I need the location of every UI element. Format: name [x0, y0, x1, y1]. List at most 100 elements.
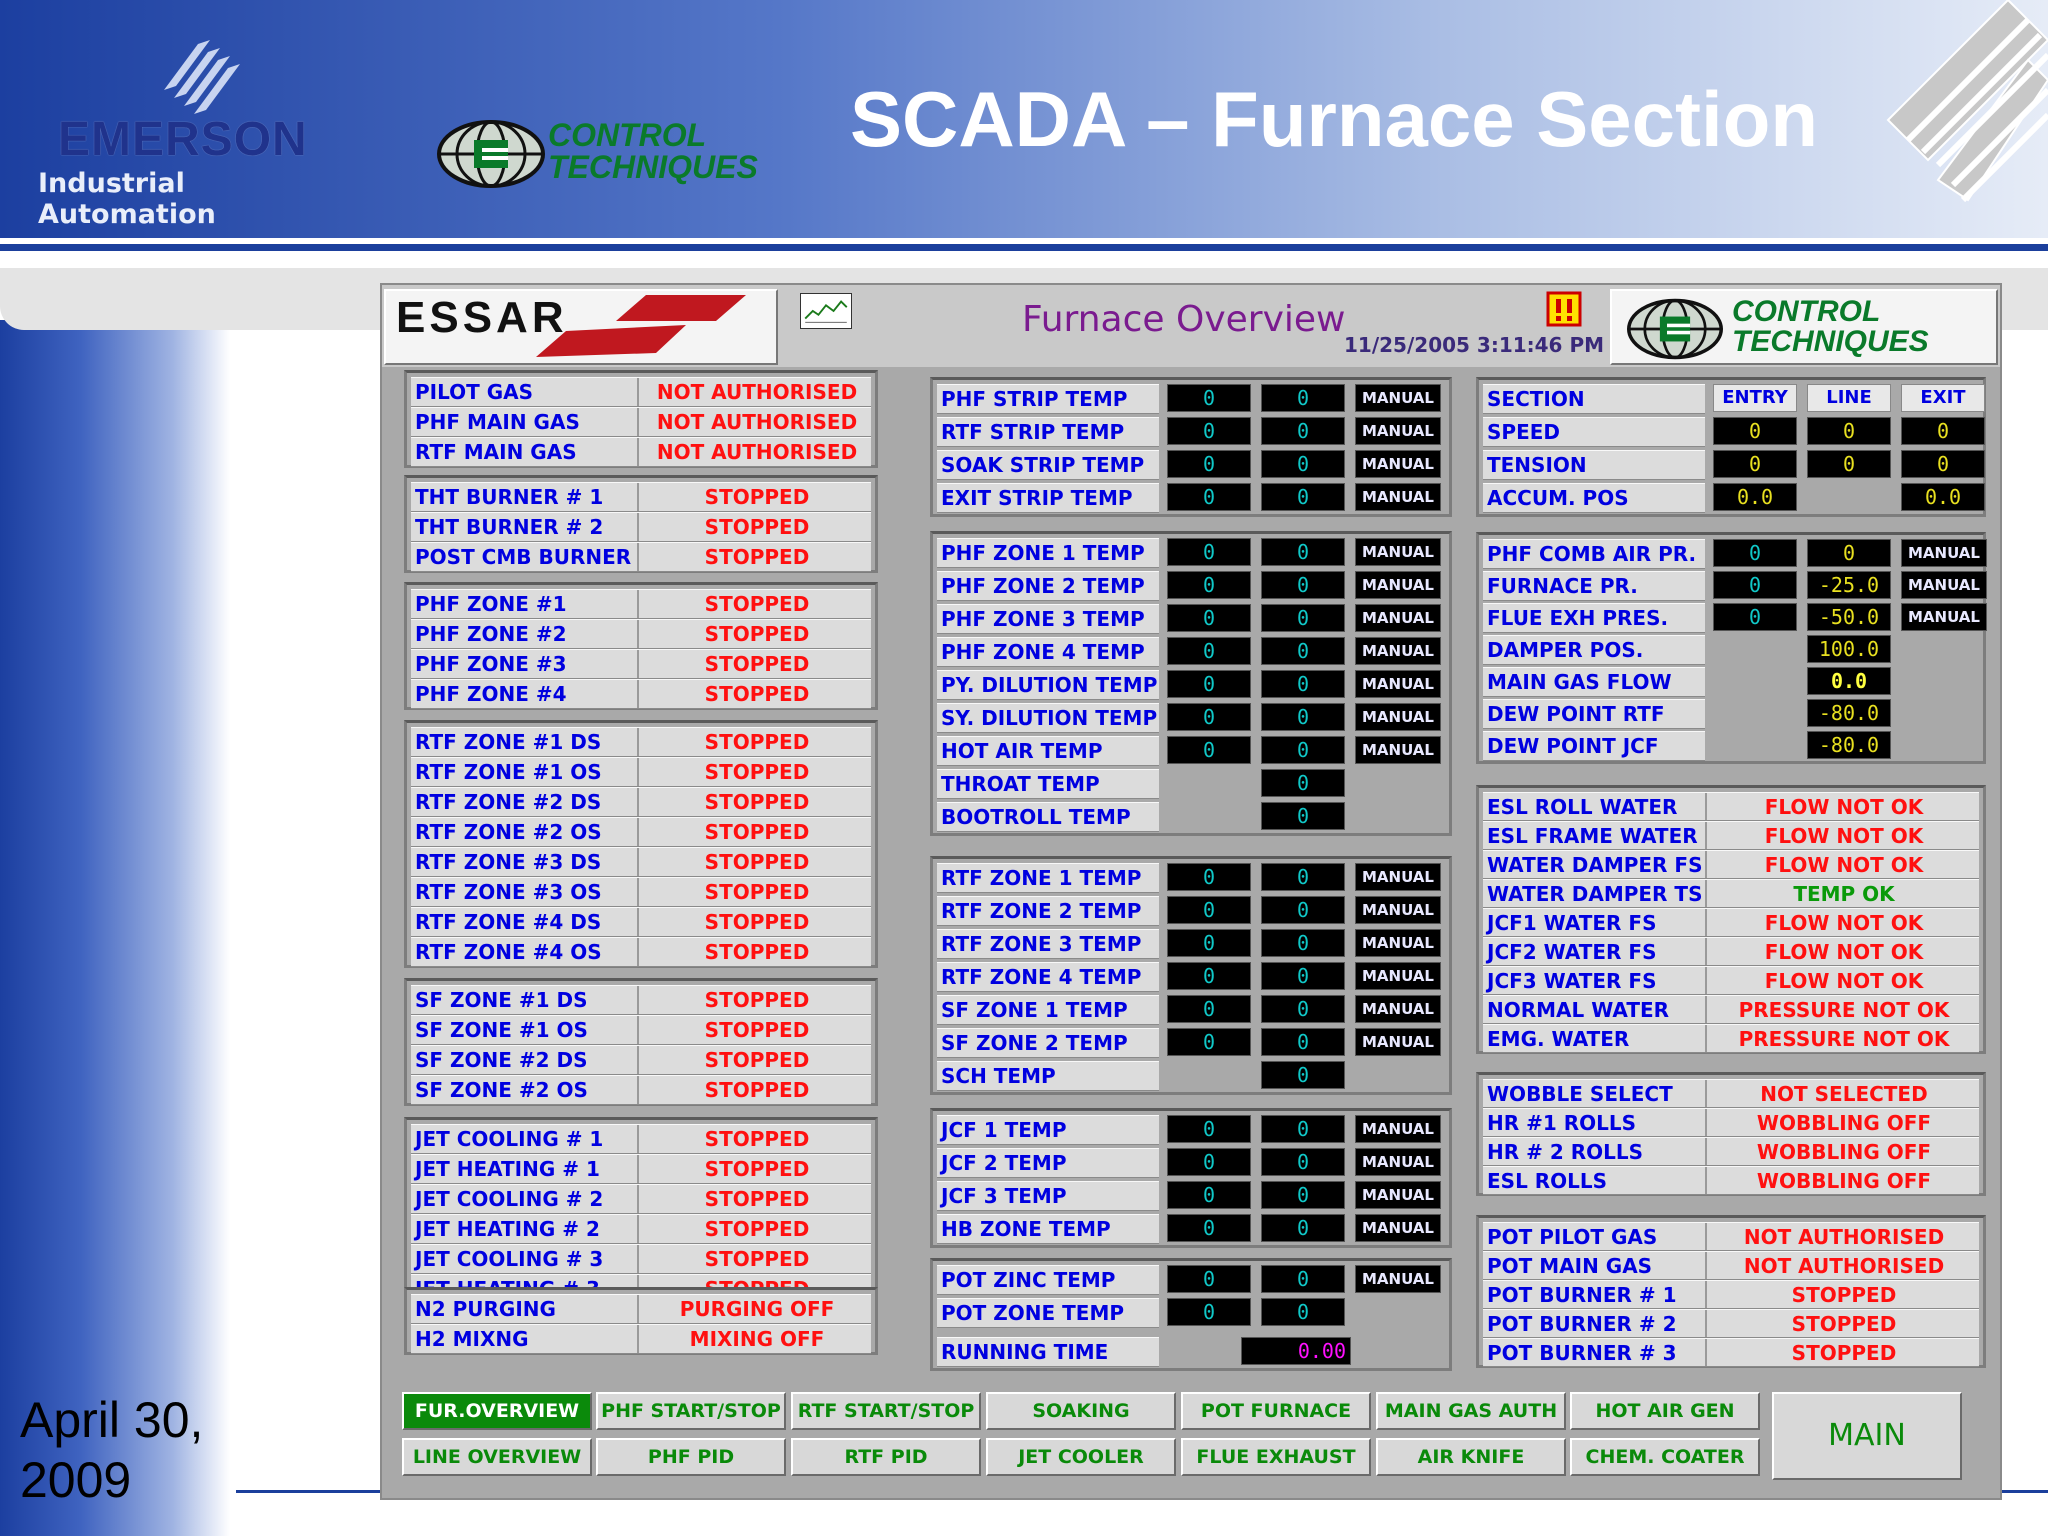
- overview-title: Furnace Overview: [1022, 299, 1346, 340]
- mode-button[interactable]: MANUAL: [1355, 736, 1441, 764]
- mode-button[interactable]: MANUAL: [1355, 1028, 1441, 1056]
- status-value: STOPPED: [704, 592, 810, 616]
- mode-button[interactable]: MANUAL: [1355, 483, 1441, 511]
- alarm-icon[interactable]: [1546, 291, 1582, 327]
- mode-button[interactable]: MANUAL: [1901, 571, 1987, 599]
- mode-button[interactable]: MANUAL: [1355, 450, 1441, 478]
- setpoint-value: 0: [1167, 571, 1251, 599]
- status-value: STOPPED: [704, 790, 810, 814]
- status-row: SF ZONE #2 DS STOPPED: [411, 1045, 871, 1075]
- status-row: JCF3 WATER FS FLOW NOT OK: [1483, 966, 1979, 995]
- mode-button[interactable]: MANUAL: [1355, 604, 1441, 632]
- status-value: STOPPED: [704, 1127, 810, 1151]
- status-label: POT BURNER # 3: [1487, 1341, 1677, 1365]
- nav-button[interactable]: MAIN GAS AUTH: [1376, 1392, 1566, 1430]
- setpoint-value: 0: [1167, 929, 1251, 957]
- status-label: HR #1 ROLLS: [1487, 1111, 1637, 1135]
- mode-button[interactable]: MANUAL: [1355, 571, 1441, 599]
- nav-button[interactable]: AIR KNIFE: [1376, 1438, 1566, 1476]
- status-row: ESL ROLLS WOBBLING OFF: [1483, 1166, 1979, 1195]
- nav-button[interactable]: PHF PID: [596, 1438, 786, 1476]
- mode-button[interactable]: MANUAL: [1355, 863, 1441, 891]
- temperature-label: RTF ZONE 2 TEMP: [941, 899, 1142, 923]
- nav-button[interactable]: RTF START/STOP: [791, 1392, 981, 1430]
- pressure-label: MAIN GAS FLOW: [1487, 670, 1672, 694]
- actual-value: 0: [1261, 483, 1345, 511]
- row-divider: [637, 483, 639, 511]
- status-value: PRESSURE NOT OK: [1738, 998, 1950, 1022]
- row-divider: [1705, 1252, 1707, 1279]
- setpoint-value: 0: [1167, 384, 1251, 412]
- status-panel-right: ESL ROLL WATER FLOW NOT OK ESL FRAME WATER…: [1476, 785, 1986, 1054]
- nav-button[interactable]: CHEM. COATER: [1570, 1438, 1760, 1476]
- status-value: STOPPED: [704, 760, 810, 784]
- status-label: JET HEATING # 2: [415, 1217, 600, 1241]
- slide: EMERSON Industrial Automation CONTROL TE…: [0, 0, 2048, 1536]
- mode-button[interactable]: MANUAL: [1355, 384, 1441, 412]
- status-label: THT BURNER # 1: [415, 485, 604, 509]
- pressure-value: -25.0: [1807, 571, 1891, 599]
- status-label: ESL ROLL WATER: [1487, 795, 1678, 819]
- status-row: POT BURNER # 3 STOPPED: [1483, 1338, 1979, 1367]
- row-divider: [1705, 1281, 1707, 1308]
- temperature-label: HOT AIR TEMP: [941, 739, 1103, 763]
- nav-button[interactable]: FUR.OVERVIEW: [402, 1392, 592, 1430]
- nav-button[interactable]: RTF PID: [791, 1438, 981, 1476]
- mode-button[interactable]: MANUAL: [1355, 929, 1441, 957]
- mode-button[interactable]: MANUAL: [1355, 1214, 1441, 1242]
- mode-button[interactable]: MANUAL: [1901, 603, 1987, 631]
- status-label: SF ZONE #1 OS: [415, 1018, 588, 1042]
- row-divider: [637, 1295, 639, 1323]
- pressure-value: -80.0: [1807, 699, 1891, 727]
- mode-button[interactable]: MANUAL: [1355, 962, 1441, 990]
- nav-button[interactable]: SOAKING: [986, 1392, 1176, 1430]
- pressure-value: 0: [1807, 539, 1891, 567]
- status-row: JET HEATING # 1 STOPPED: [411, 1154, 871, 1184]
- row-divider: [637, 818, 639, 846]
- temperature-row: POT ZINC TEMP: [937, 1265, 1159, 1295]
- mode-button[interactable]: MANUAL: [1355, 703, 1441, 731]
- temperature-label: RTF STRIP TEMP: [941, 420, 1125, 444]
- mode-button[interactable]: MANUAL: [1355, 1265, 1441, 1293]
- temperature-row: JCF 3 TEMP: [937, 1181, 1159, 1211]
- nav-button[interactable]: JET COOLER: [986, 1438, 1176, 1476]
- status-row: POT MAIN GAS NOT AUTHORISED: [1483, 1251, 1979, 1280]
- row-divider: [637, 513, 639, 541]
- emerson-subtitle: Industrial Automation: [38, 168, 216, 230]
- status-label: RTF ZONE #1 OS: [415, 760, 602, 784]
- mode-button[interactable]: MANUAL: [1355, 670, 1441, 698]
- actual-value: 0: [1261, 538, 1345, 566]
- pressure-label: PHF COMB AIR PR.: [1487, 542, 1697, 566]
- mode-button[interactable]: MANUAL: [1355, 417, 1441, 445]
- pressure-label: DEW POINT RTF: [1487, 702, 1665, 726]
- actual-value: 0: [1261, 1214, 1345, 1242]
- mode-button[interactable]: MANUAL: [1355, 637, 1441, 665]
- nav-button[interactable]: PHF START/STOP: [596, 1392, 786, 1430]
- status-value: FLOW NOT OK: [1764, 795, 1924, 819]
- mode-button[interactable]: MANUAL: [1901, 539, 1987, 567]
- setpoint-value: 0: [1167, 1028, 1251, 1056]
- status-label: PHF ZONE #4: [415, 682, 567, 706]
- mode-button[interactable]: MANUAL: [1355, 896, 1441, 924]
- nav-button[interactable]: HOT AIR GEN: [1570, 1392, 1760, 1430]
- status-label: SF ZONE #2 OS: [415, 1078, 588, 1102]
- temperature-label: RTF ZONE 4 TEMP: [941, 965, 1142, 989]
- temperature-label: SCH TEMP: [941, 1064, 1056, 1088]
- status-value: PRESSURE NOT OK: [1738, 1027, 1950, 1051]
- mode-button[interactable]: MANUAL: [1355, 1181, 1441, 1209]
- header-rule: [0, 244, 2048, 251]
- nav-button[interactable]: LINE OVERVIEW: [402, 1438, 592, 1476]
- mode-button[interactable]: MANUAL: [1355, 1148, 1441, 1176]
- temperature-label: SF ZONE 1 TEMP: [941, 998, 1128, 1022]
- mode-button[interactable]: MANUAL: [1355, 538, 1441, 566]
- mode-button[interactable]: MANUAL: [1355, 995, 1441, 1023]
- mode-button[interactable]: MANUAL: [1355, 1115, 1441, 1143]
- emerson-wordmark: EMERSON: [58, 113, 308, 166]
- trend-chart-icon[interactable]: [800, 293, 852, 329]
- row-divider: [637, 908, 639, 936]
- main-button[interactable]: MAIN: [1772, 1392, 1962, 1480]
- nav-button[interactable]: POT FURNACE: [1181, 1392, 1371, 1430]
- setpoint-value: 0: [1167, 863, 1251, 891]
- status-value: STOPPED: [1791, 1341, 1897, 1365]
- nav-button[interactable]: FLUE EXHAUST: [1181, 1438, 1371, 1476]
